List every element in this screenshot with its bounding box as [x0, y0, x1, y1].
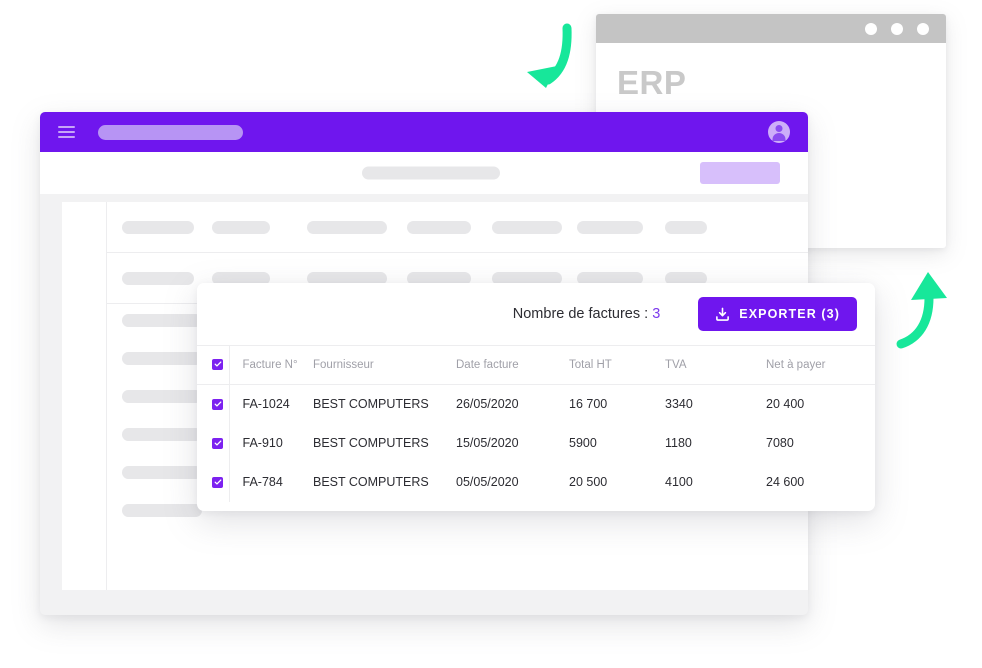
cell-fournisseur: BEST COMPUTERS	[313, 397, 429, 412]
header-title-placeholder	[98, 124, 243, 140]
cell-date-facture: 15/05/2020	[456, 436, 519, 450]
select-all-cell	[197, 345, 230, 385]
skeleton-pill	[122, 352, 202, 365]
invoice-export-card: Nombre de factures : 3 EXPORTER (3) Fact…	[197, 283, 875, 511]
curved-arrow-up-icon	[895, 268, 957, 355]
invoice-table: Facture N° Fournisseur Date facture Tota…	[197, 345, 875, 502]
skeleton-pill	[307, 221, 387, 234]
cell-net-a-payer: 7080	[766, 436, 794, 450]
column-header-total-ht[interactable]: Total HT	[569, 346, 665, 385]
invoice-table-body: FA-1024 BEST COMPUTERS 26/05/2020 16 700 334…	[197, 384, 875, 502]
cell-tva: 4100	[665, 475, 693, 489]
skeleton-pill	[122, 390, 202, 403]
illustration-canvas: ERP Nombre de factures : 3 EXPORTER (3) …	[0, 0, 982, 668]
window-dot-1[interactable]	[865, 22, 877, 35]
curved-arrow-down-icon	[515, 22, 579, 111]
column-header-fournisseur[interactable]: Fournisseur	[313, 346, 456, 385]
cell-facture-no: FA-1024	[242, 397, 290, 412]
skeleton-row	[107, 202, 808, 253]
erp-title: ERP	[617, 64, 687, 101]
cell-total-ht: 5900	[569, 436, 597, 450]
invoice-count-text: Nombre de factures :	[512, 306, 649, 322]
content-left-column	[62, 202, 107, 590]
select-all-checkbox[interactable]	[212, 358, 223, 370]
window-dot-3[interactable]	[917, 22, 929, 35]
invoice-count-value: 3	[652, 306, 661, 322]
user-avatar-icon[interactable]	[768, 121, 790, 143]
invoice-count-label: Nombre de factures : 3	[513, 306, 661, 322]
column-header-facture-no[interactable]: Facture N°	[229, 346, 313, 385]
app-header	[40, 112, 808, 152]
row-select-cell	[197, 384, 230, 424]
row-select-cell	[197, 462, 230, 502]
cell-date-facture: 05/05/2020	[456, 475, 519, 489]
cell-date-facture: 26/05/2020	[456, 397, 519, 412]
cell-net-a-payer: 20 400	[766, 397, 805, 412]
skeleton-pill	[492, 221, 562, 234]
erp-titlebar	[596, 14, 946, 43]
skeleton-pill	[407, 221, 471, 234]
table-header-row: Facture N° Fournisseur Date facture Tota…	[197, 345, 875, 385]
app-subbar	[40, 152, 808, 194]
skeleton-pill	[212, 221, 270, 234]
cell-net-a-payer: 24 600	[766, 475, 805, 489]
invoice-table-head: Facture N° Fournisseur Date facture Tota…	[197, 345, 875, 385]
cell-facture-no: FA-784	[242, 475, 283, 489]
cell-tva: 3340	[665, 397, 693, 412]
row-checkbox[interactable]	[212, 476, 223, 488]
table-row[interactable]: FA-910 BEST COMPUTERS 15/05/2020 5900 1180 70…	[197, 423, 875, 463]
skeleton-pill	[665, 221, 707, 234]
row-checkbox[interactable]	[212, 437, 223, 449]
row-select-cell	[197, 423, 230, 463]
column-header-tva[interactable]: TVA	[665, 346, 766, 385]
cell-fournisseur: BEST COMPUTERS	[313, 475, 429, 489]
skeleton-pill	[122, 314, 202, 327]
invoice-card-toolbar: Nombre de factures : 3 EXPORTER (3)	[197, 283, 875, 345]
window-dot-2[interactable]	[891, 22, 903, 35]
column-header-date-facture[interactable]: Date facture	[456, 346, 569, 385]
row-checkbox[interactable]	[212, 398, 223, 410]
cell-total-ht: 16 700	[569, 397, 608, 412]
download-icon	[715, 307, 730, 322]
skeleton-pill	[122, 466, 202, 479]
skeleton-pill	[122, 221, 194, 234]
subbar-title-placeholder	[362, 166, 500, 180]
skeleton-pill	[122, 272, 194, 285]
table-row[interactable]: FA-1024 BEST COMPUTERS 26/05/2020 16 700 334…	[197, 384, 875, 424]
column-header-net-a-payer[interactable]: Net à payer	[766, 346, 875, 385]
table-row[interactable]: FA-784 BEST COMPUTERS 05/05/2020 20 500 4100…	[197, 462, 875, 502]
cell-fournisseur: BEST COMPUTERS	[313, 436, 429, 450]
cell-facture-no: FA-910	[242, 436, 283, 450]
export-button-label: EXPORTER (3)	[739, 307, 840, 321]
skeleton-pill	[122, 504, 202, 517]
skeleton-pill	[122, 428, 202, 441]
cell-total-ht: 20 500	[569, 475, 608, 489]
hamburger-icon[interactable]	[58, 126, 75, 138]
skeleton-pill	[577, 221, 643, 234]
cell-tva: 1180	[665, 436, 692, 450]
subbar-action-button[interactable]	[700, 162, 780, 184]
export-button[interactable]: EXPORTER (3)	[698, 297, 857, 331]
